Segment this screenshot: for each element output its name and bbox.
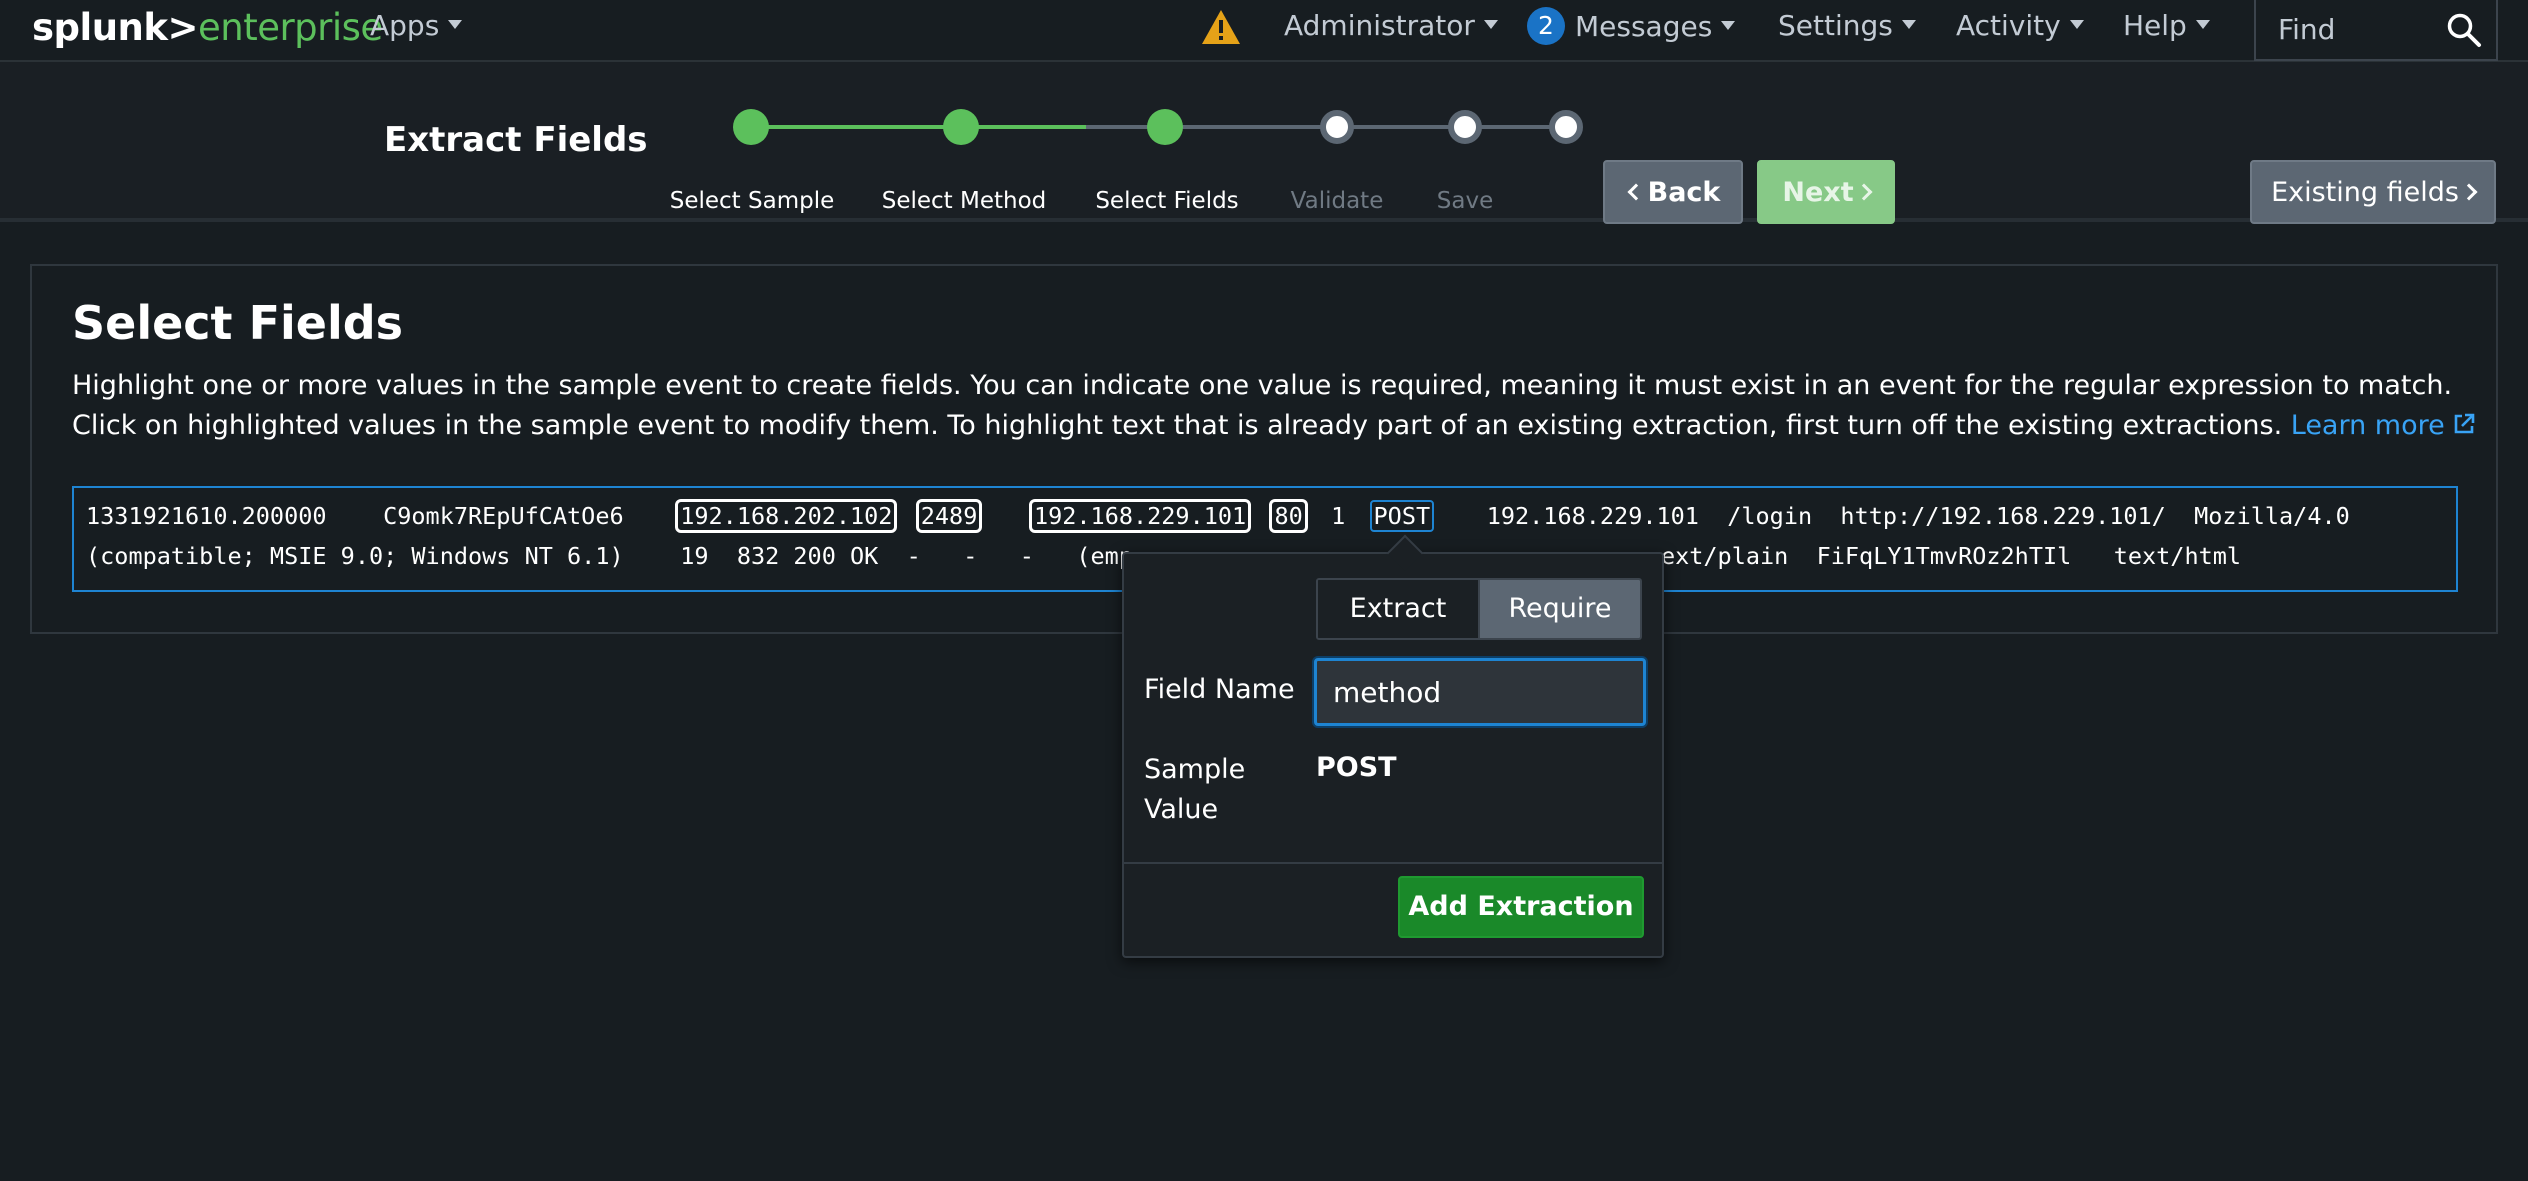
step-label-select-sample: Select Sample: [669, 188, 835, 214]
settings-menu[interactable]: Settings: [1778, 9, 1916, 42]
sample-value: POST: [1316, 752, 1397, 783]
next-button[interactable]: Next: [1757, 160, 1895, 224]
messages-menu[interactable]: 2 Messages: [1527, 7, 1736, 47]
extract-require-toggle: Extract Require: [1316, 578, 1642, 640]
step-dot-select-method: [943, 109, 979, 145]
apps-menu[interactable]: Apps: [370, 9, 463, 42]
field-name-label: Field Name: [1144, 674, 1295, 705]
step-dot-select-fields: [1147, 109, 1183, 145]
caret-down-icon: [1901, 19, 1916, 29]
panel-description: Highlight one or more values in the samp…: [72, 366, 2492, 446]
caret-down-icon: [448, 19, 463, 29]
sample-value-label: Sample Value: [1144, 754, 1246, 825]
step-line-complete: [751, 125, 1086, 129]
administrator-menu[interactable]: Administrator: [1284, 9, 1498, 42]
wizard-title: Extract Fields: [384, 120, 648, 160]
warning-icon[interactable]: [1200, 8, 1242, 50]
chevron-right-icon: [2460, 183, 2478, 200]
panel-title: Select Fields: [72, 296, 404, 350]
back-button[interactable]: Back: [1603, 160, 1743, 224]
existing-fields-button[interactable]: Existing fields: [2250, 160, 2496, 224]
step-label-save: Save: [1436, 188, 1494, 214]
chevron-right-icon: [1855, 183, 1873, 200]
extraction-highlight[interactable]: 192.168.202.102: [675, 499, 898, 533]
wizard-header: Extract Fields Select Sample Select Meth…: [0, 62, 2528, 224]
help-menu[interactable]: Help: [2123, 9, 2210, 42]
require-toggle-button[interactable]: Require: [1478, 580, 1640, 638]
caret-down-icon: [2069, 19, 2084, 29]
field-name-input[interactable]: [1314, 658, 1646, 726]
step-progress: Select Sample Select Method Select Field…: [640, 92, 1583, 214]
step-dot-save: [1448, 110, 1482, 144]
event-line-1[interactable]: 1331921610.200000 C9omk7REpUfCAtOe6 192.…: [86, 499, 2350, 533]
extraction-highlight[interactable]: 192.168.229.101: [1028, 499, 1252, 533]
step-label-select-method: Select Method: [881, 188, 1047, 214]
step-dot-select-sample: [733, 109, 769, 145]
caret-down-icon: [1483, 19, 1498, 29]
step-label-select-fields: Select Fields: [1095, 188, 1239, 214]
add-extraction-button[interactable]: Add Extraction: [1398, 876, 1644, 938]
top-nav: splunk>enterprise Apps Administrator 2 Me…: [0, 0, 2528, 62]
find-input[interactable]: [2256, 0, 2436, 58]
splunk-logo[interactable]: splunk>enterprise: [32, 6, 383, 49]
extract-toggle-button[interactable]: Extract: [1318, 580, 1478, 638]
step-dot-final: [1549, 110, 1583, 144]
caret-down-icon: [2195, 19, 2210, 29]
chevron-left-icon: [1627, 183, 1645, 200]
step-label-validate: Validate: [1290, 188, 1384, 214]
external-link-icon: [2454, 413, 2475, 433]
search-icon[interactable]: [2446, 12, 2482, 48]
caret-down-icon: [1721, 20, 1736, 30]
selected-value-highlight[interactable]: POST: [1369, 500, 1435, 532]
popover-divider: [1124, 862, 1662, 864]
activity-menu[interactable]: Activity: [1956, 9, 2084, 42]
messages-count-badge: 2: [1527, 7, 1565, 45]
extraction-popover: Extract Require Field Name Sample Value …: [1122, 534, 1664, 958]
extraction-highlight[interactable]: 2489: [915, 499, 983, 533]
find-search-box: [2254, 0, 2498, 61]
learn-more-link[interactable]: Learn more: [2291, 410, 2475, 441]
step-dot-validate: [1320, 110, 1354, 144]
